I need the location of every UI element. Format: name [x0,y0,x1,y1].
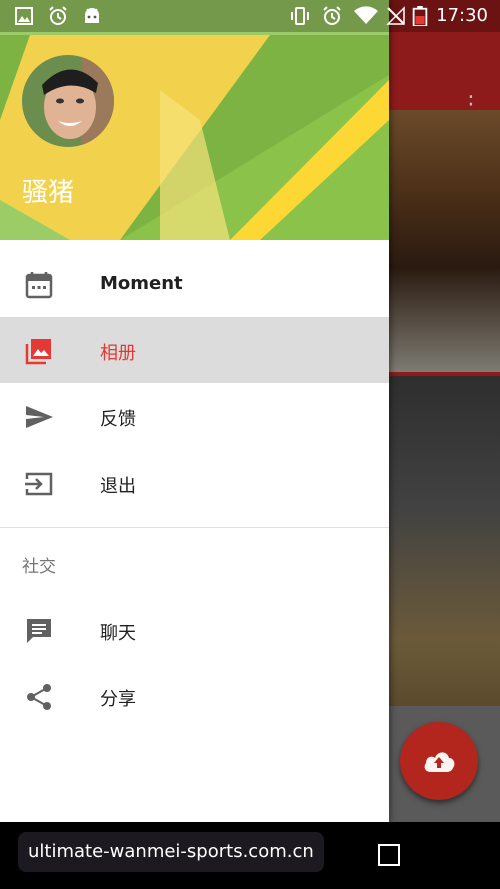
send-icon [26,406,53,428]
android-icon [85,8,99,23]
wifi-icon [354,6,378,25]
menu-item-logout[interactable]: 退出 [0,450,389,516]
upload-fab-button[interactable] [400,722,478,800]
divider [0,527,389,528]
calendar-icon [25,272,53,299]
menu-item-feedback[interactable]: 反馈 [0,383,389,449]
status-time: 17:30 [436,5,488,26]
battery-icon [412,6,428,26]
menu-item-share[interactable]: 分享 [0,663,389,729]
watermark-url: ultimate-wanmei-sports.com.cn [18,832,324,872]
menu-item-label: 退出 [100,476,136,497]
cloud-upload-icon [424,752,455,772]
no-signal-icon [386,6,405,25]
avatar[interactable] [22,55,114,147]
share-icon [27,684,51,710]
menu-item-moment[interactable]: Moment [0,251,389,317]
avatar-photo [22,55,114,147]
alarm-icon [49,6,67,25]
menu-item-chat[interactable]: 聊天 [0,597,389,663]
menu-item-label: 分享 [100,689,136,710]
menu-item-label: Moment [100,273,183,294]
section-header: 社交 [22,557,56,577]
user-name: 骚猪 [22,178,75,208]
menu-item-label: 相册 [100,343,136,364]
menu-item-album[interactable]: 相册 [0,317,389,383]
navigation-bar: ultimate-wanmei-sports.com.cn [0,822,500,889]
alarm-icon [323,6,341,25]
status-bar: 17:30 [0,0,500,32]
menu-item-label: 反馈 [100,409,136,430]
recent-apps-icon[interactable] [378,844,400,866]
photo-album-icon [25,339,51,365]
image-icon [15,7,33,25]
vibrate-icon [291,7,309,25]
exit-icon [25,472,53,496]
navigation-drawer: 骚猪 Moment 相册 反馈 退出 社交 聊天 分享 [0,0,389,822]
photo-thumbnail[interactable] [388,376,500,706]
photo-thumbnail[interactable] [388,110,500,372]
chat-icon [27,619,51,643]
menu-item-label: 聊天 [100,623,136,644]
drawer-header: 骚猪 [0,0,389,240]
